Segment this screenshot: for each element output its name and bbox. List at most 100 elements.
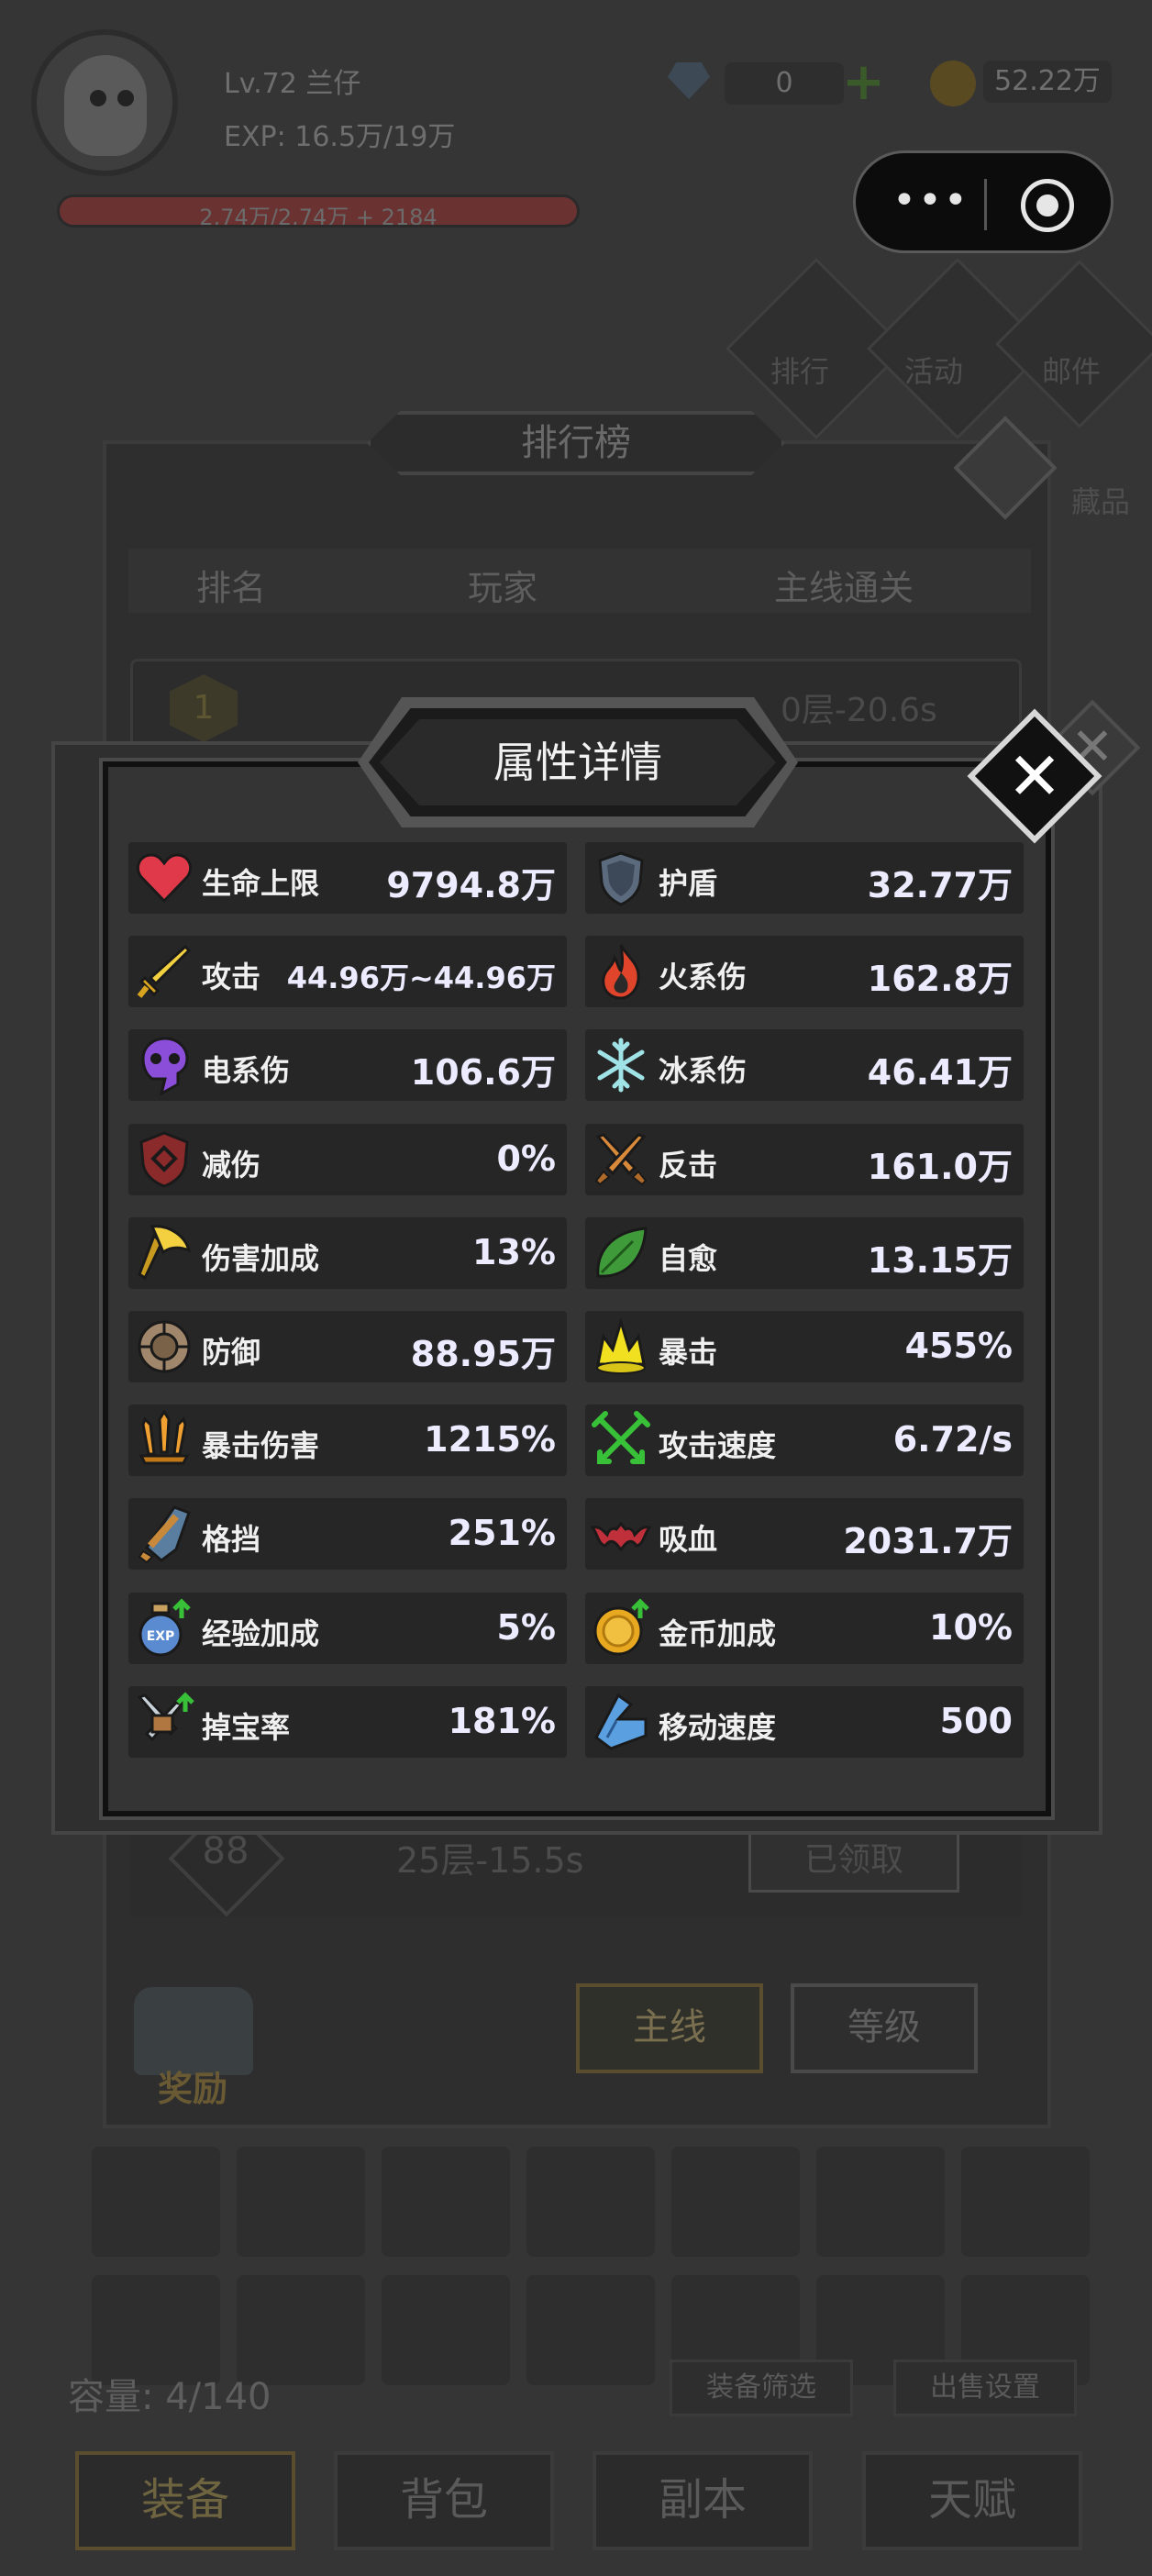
stat-row: 暴击 455% xyxy=(585,1311,1024,1382)
inventory-slot[interactable] xyxy=(382,2147,510,2257)
stat-value: 46.41万 xyxy=(867,1052,1013,1093)
stat-name: 冰系伤 xyxy=(659,1053,748,1088)
crossed-swords-icon xyxy=(591,1129,651,1190)
stat-row: 电系伤 106.6万 xyxy=(128,1029,567,1101)
col-stage: 主线通关 xyxy=(774,568,914,608)
stat-value: 161.0万 xyxy=(867,1147,1013,1187)
stat-row: 减伤 0% xyxy=(128,1124,567,1195)
stat-row: 攻击速度 6.72/s xyxy=(585,1405,1024,1476)
leaf-icon xyxy=(591,1223,651,1283)
player-hp-text: 2.74万/2.74万 + 2184 xyxy=(199,205,438,228)
loot-swords-icon xyxy=(134,1692,194,1752)
nav-equip[interactable]: 装备 xyxy=(75,2451,295,2550)
my-stage: 25层-15.5s xyxy=(396,1840,584,1881)
sell-settings-button[interactable]: 出售设置 xyxy=(893,2359,1077,2416)
inventory-slot[interactable] xyxy=(961,2147,1090,2257)
stat-name: 防御 xyxy=(202,1335,261,1370)
stat-name: 生命上限 xyxy=(202,866,320,901)
inventory-slot[interactable] xyxy=(526,2275,655,2385)
stat-value: 88.95万 xyxy=(410,1334,556,1374)
my-rank: 88 xyxy=(202,1830,249,1872)
stat-name: 暴击伤害 xyxy=(202,1428,320,1463)
triple-swords-icon xyxy=(134,1409,194,1471)
miniprogram-capsule: ••• xyxy=(853,150,1113,253)
stat-row: 自愈 13.15万 xyxy=(585,1217,1024,1289)
tab-level[interactable]: 等级 xyxy=(791,1983,978,2073)
stat-name: 火系伤 xyxy=(659,960,748,994)
crossed-arrows-icon xyxy=(591,1410,651,1471)
stat-value: 0% xyxy=(496,1138,556,1179)
stat-row: 伤害加成 13% xyxy=(128,1217,567,1289)
stat-value: 9794.8万 xyxy=(386,865,556,905)
inventory-slot[interactable] xyxy=(382,2275,510,2385)
capacity-label: 容量: 4/140 xyxy=(68,2376,271,2418)
reward-label: 奖励 xyxy=(158,2069,228,2109)
stat-value: 6.72/s xyxy=(892,1419,1013,1460)
stat-row: 格挡 251% xyxy=(128,1498,567,1570)
add-gems-button[interactable]: + xyxy=(842,57,885,108)
stat-name: 自愈 xyxy=(659,1241,718,1276)
lightning-skull-icon xyxy=(134,1035,194,1096)
shield-icon xyxy=(591,848,651,908)
stat-value: 44.96万~44.96万 xyxy=(286,960,556,995)
stat-value: 10% xyxy=(929,1607,1013,1648)
close-icon[interactable]: ✕ xyxy=(987,728,1082,824)
inventory-slot[interactable] xyxy=(671,2147,800,2257)
inventory-slot[interactable] xyxy=(237,2147,365,2257)
claimed-button[interactable]: 已领取 xyxy=(748,1828,959,1893)
leaderboard-title: 排行榜 xyxy=(367,411,785,475)
snowflake-icon xyxy=(591,1035,651,1095)
stat-value: 2031.7万 xyxy=(843,1521,1013,1561)
stat-name: 暴击 xyxy=(659,1335,718,1370)
more-icon[interactable]: ••• xyxy=(892,181,969,221)
stat-name: 格挡 xyxy=(202,1522,261,1557)
gold-count: 52.22万 xyxy=(983,61,1112,103)
exit-miniprogram-icon[interactable] xyxy=(1021,179,1074,232)
inventory-slot[interactable] xyxy=(92,2147,220,2257)
stat-row: 金币加成 10% xyxy=(585,1593,1024,1664)
col-rank: 排名 xyxy=(196,568,267,608)
rank-badge: 1 xyxy=(170,674,238,742)
stat-value: 162.8万 xyxy=(867,959,1013,999)
tab-main[interactable]: 主线 xyxy=(576,1983,763,2073)
nav-dungeon[interactable]: 副本 xyxy=(593,2451,813,2550)
stat-name: 护盾 xyxy=(659,866,718,901)
player-hp-bar: 2.74万/2.74万 + 2184 xyxy=(57,194,580,228)
stat-row: 暴击伤害 1215% xyxy=(128,1405,567,1476)
leaderboard-header: 排名 玩家 主线通关 xyxy=(128,549,1031,613)
stat-row: 移动速度 500 xyxy=(585,1686,1024,1758)
stat-row: 掉宝率 181% xyxy=(128,1686,567,1758)
stat-name: 反击 xyxy=(659,1148,718,1183)
equip-filter-button[interactable]: 装备筛选 xyxy=(670,2359,853,2416)
rank-label: 排行 xyxy=(770,354,830,389)
stat-row: 吸血 2031.7万 xyxy=(585,1498,1024,1570)
inventory-slot[interactable] xyxy=(816,2147,945,2257)
stat-row: 反击 161.0万 xyxy=(585,1124,1024,1195)
sword-icon xyxy=(134,941,194,1002)
stat-name: 减伤 xyxy=(202,1148,261,1183)
stat-name: 吸血 xyxy=(659,1522,718,1557)
nav-talent[interactable]: 天赋 xyxy=(862,2451,1082,2550)
collection-label: 藏品 xyxy=(1071,484,1131,519)
stat-value: 5% xyxy=(496,1607,556,1648)
stat-value: 1215% xyxy=(424,1419,556,1460)
svg-text:EXP: EXP xyxy=(147,1629,175,1644)
stat-value: 13% xyxy=(472,1232,556,1272)
crest-shield-icon xyxy=(134,1129,194,1190)
stat-value: 13.15万 xyxy=(867,1240,1013,1281)
modal-title: 属性详情 xyxy=(380,719,776,805)
stat-value: 251% xyxy=(448,1513,556,1553)
stat-value: 106.6万 xyxy=(410,1052,556,1093)
stat-row: 生命上限 9794.8万 xyxy=(128,842,567,914)
mail-label: 邮件 xyxy=(1042,354,1102,389)
stat-row: 火系伤 162.8万 xyxy=(585,936,1024,1007)
player-avatar[interactable] xyxy=(31,29,178,176)
player-level-name: Lv.72 兰仔 xyxy=(224,68,361,100)
activity-label: 活动 xyxy=(904,354,964,389)
stat-name: 攻击 xyxy=(202,960,261,994)
gold-coin-icon xyxy=(930,61,976,106)
inventory-slot[interactable] xyxy=(526,2147,655,2257)
stat-name: 电系伤 xyxy=(202,1053,291,1088)
gem-count: 0 xyxy=(725,62,844,105)
nav-bag[interactable]: 背包 xyxy=(334,2451,554,2550)
